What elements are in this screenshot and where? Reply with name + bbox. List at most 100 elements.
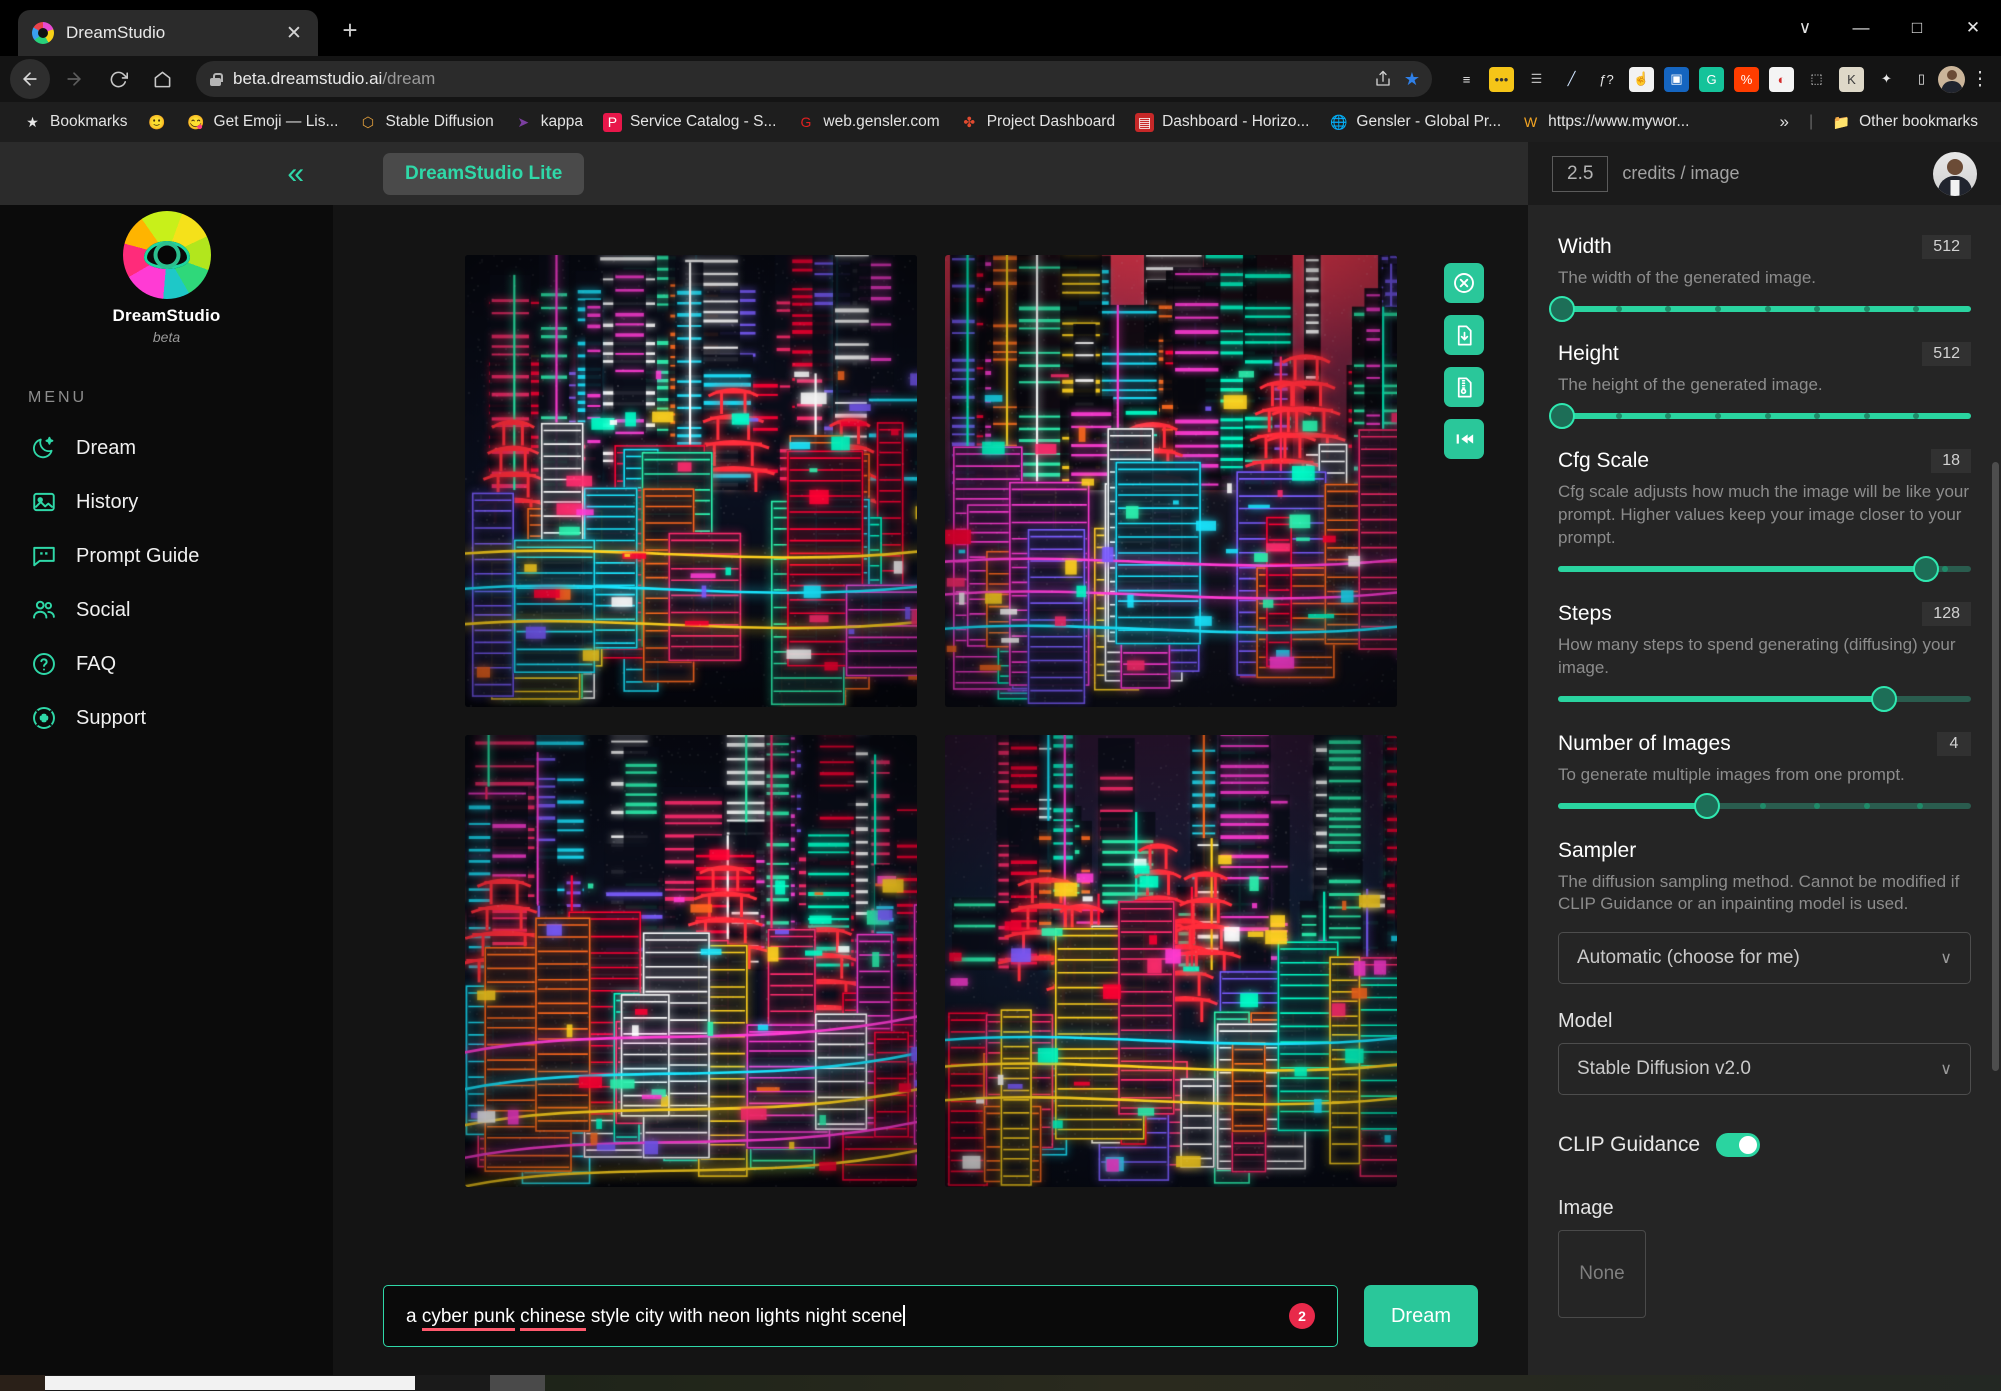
screenshot-extension[interactable]: ▣ (1664, 66, 1689, 92)
puzzle-extension[interactable]: ✦ (1874, 67, 1899, 92)
steps-slider-knob[interactable] (1871, 685, 1898, 712)
settings-header: 2.5 credits / image (1528, 142, 2001, 205)
prompt-input[interactable]: a cyber punk chinese style city with neo… (383, 1285, 1338, 1347)
generated-image-1[interactable] (464, 255, 917, 707)
tab-close-icon[interactable]: ✕ (284, 24, 304, 43)
pen-extension[interactable]: ╱ (1559, 67, 1584, 92)
steps-slider[interactable] (1558, 685, 1971, 712)
colorpicker-extension[interactable]: ◐ (1769, 66, 1794, 92)
text-caret (903, 1304, 905, 1326)
sampler-select[interactable]: Automatic (choose for me) ∨ (1558, 932, 1971, 985)
minimize-button[interactable]: — (1833, 7, 1889, 49)
height-slider-knob[interactable] (1549, 402, 1576, 429)
address-bar[interactable]: beta.dreamstudio.ai/dream ★ (196, 61, 1432, 97)
bookmark-item-7[interactable]: ✤ Project Dashboard (951, 109, 1124, 136)
profile-avatar[interactable] (1938, 65, 1965, 93)
bookmarks-overflow-button[interactable]: » (1769, 112, 1798, 132)
reading-list-extension[interactable]: ☰ (1524, 67, 1549, 92)
share-icon[interactable] (1374, 70, 1392, 88)
height-setting: Height 512 The height of the generated ima… (1549, 341, 1971, 429)
dream-button[interactable]: Dream (1364, 1285, 1478, 1347)
clear-results-button[interactable] (1444, 263, 1484, 303)
tab-search-chevron-icon[interactable]: ∨ (1777, 7, 1833, 49)
bookmark-star-icon[interactable]: ★ (1404, 69, 1420, 90)
reload-button[interactable] (98, 59, 138, 99)
window-controls: ∨ — □ ✕ (1777, 0, 2001, 56)
back-button[interactable] (10, 59, 50, 99)
kami-extension[interactable]: K (1839, 66, 1864, 92)
image-group: Image None (1558, 1197, 1971, 1319)
download-zip-button[interactable] (1444, 367, 1484, 407)
notes-extension[interactable]: ••• (1489, 66, 1514, 92)
sidebar-item-support[interactable]: Support (0, 691, 333, 745)
image-upload-slot[interactable]: None (1558, 1230, 1646, 1319)
browser-titlebar: DreamStudio ✕ + ∨ — □ ✕ (0, 0, 2001, 56)
bookmark-item-1[interactable]: 🙂 (139, 109, 176, 136)
bookmark-item-2[interactable]: 😋 Get Emoji — Lis... (178, 109, 348, 136)
generated-image-3[interactable] (464, 735, 917, 1187)
chevron-double-left-icon[interactable]: « (287, 158, 304, 189)
cfg-scale-slider[interactable] (1558, 555, 1971, 582)
sidebar-item-label: Support (76, 706, 147, 729)
bookmark-item-5[interactable]: P Service Catalog - S... (594, 109, 785, 136)
sidebar-item-social[interactable]: Social (0, 583, 333, 637)
model-select[interactable]: Stable Diffusion v2.0 ∨ (1558, 1043, 1971, 1096)
grammarly-extension[interactable]: G (1699, 66, 1724, 92)
clip-guidance-toggle[interactable] (1716, 1133, 1761, 1158)
layers-extension[interactable]: ≡ (1454, 67, 1479, 92)
download-image-button[interactable] (1444, 315, 1484, 355)
bookmark-item-9[interactable]: 🌐 Gensler - Global Pr... (1320, 109, 1510, 136)
number-of-images-slider-knob[interactable] (1693, 792, 1720, 819)
prompt-count-badge[interactable]: 2 (1289, 1303, 1315, 1329)
sidebar-item-dream[interactable]: Dream (0, 421, 333, 475)
cfg-scale-value: 18 (1931, 448, 1971, 473)
maximize-button[interactable]: □ (1889, 7, 1945, 49)
generated-image-4[interactable] (944, 735, 1397, 1187)
height-header: Height 512 (1558, 341, 1971, 366)
width-slider-knob[interactable] (1549, 295, 1576, 322)
bookmark-label: Get Emoji — Lis... (213, 113, 339, 130)
function-extension[interactable]: ƒ? (1594, 67, 1619, 92)
new-tab-button[interactable]: + (334, 15, 366, 46)
url-text: beta.dreamstudio.ai/dream (233, 69, 435, 89)
sidebar-header: « (0, 142, 333, 205)
menu-heading: MENU (28, 389, 88, 406)
account-avatar[interactable] (1933, 151, 1977, 196)
crop-extension[interactable]: ⬚ (1804, 67, 1829, 92)
percent-extension[interactable]: % (1734, 66, 1759, 92)
bookmark-label: https://www.mywor... (1548, 113, 1690, 130)
cfg-scale-slider-knob[interactable] (1912, 555, 1939, 582)
dashboard-icon: ✤ (963, 113, 976, 130)
previous-batch-button[interactable] (1444, 419, 1484, 459)
generated-image-2[interactable] (944, 255, 1397, 707)
sidebar-item-history[interactable]: History (0, 475, 333, 529)
dreamstudio-lite-badge[interactable]: DreamStudio Lite (383, 152, 585, 195)
browser-tab[interactable]: DreamStudio ✕ (18, 10, 318, 56)
close-window-button[interactable]: ✕ (1945, 7, 2001, 49)
width-slider[interactable] (1549, 295, 1971, 322)
bookmark-item-4[interactable]: ➤ kappa (505, 109, 592, 136)
prompt-word: style city with neon lights night scene (585, 1305, 903, 1327)
height-slider[interactable] (1549, 402, 1971, 429)
sidebar-item-prompt-guide[interactable]: Prompt Guide (0, 529, 333, 583)
page-horizontal-scrollbar[interactable] (0, 1375, 2001, 1391)
number-of-images-slider[interactable] (1558, 792, 1971, 819)
settings-scrollbar[interactable] (1992, 205, 1999, 1375)
bookmark-item-3[interactable]: ⬡ Stable Diffusion (349, 109, 502, 136)
sidebar-item-faq[interactable]: FAQ (0, 637, 333, 691)
forward-button[interactable] (54, 59, 94, 99)
sidebar-item-label: FAQ (76, 652, 117, 675)
other-bookmarks-button[interactable]: 📁 Other bookmarks (1823, 109, 1987, 136)
browser-menu-button[interactable]: ⋮ (1969, 68, 1991, 91)
generated-image-3-bitmap (464, 735, 917, 1187)
scrollbar-thumb[interactable] (45, 1376, 415, 1390)
bookmark-item-10[interactable]: Whttps://www.mywor... (1512, 109, 1698, 136)
bookmark-item-6[interactable]: Gweb.gensler.com (787, 109, 948, 136)
sidepanel-extension[interactable]: ▯ (1909, 67, 1934, 92)
bookmark-item-8[interactable]: ▤ Dashboard - Horizo... (1126, 109, 1318, 136)
star-icon: ★ (26, 113, 39, 130)
honey-extension[interactable]: ☝ (1629, 66, 1654, 92)
bookmark-item-0[interactable]: ★ Bookmarks (14, 109, 137, 136)
sidebar: « DreamStudio beta MENU Dream History Prom… (0, 142, 333, 1375)
home-button[interactable] (142, 59, 182, 99)
